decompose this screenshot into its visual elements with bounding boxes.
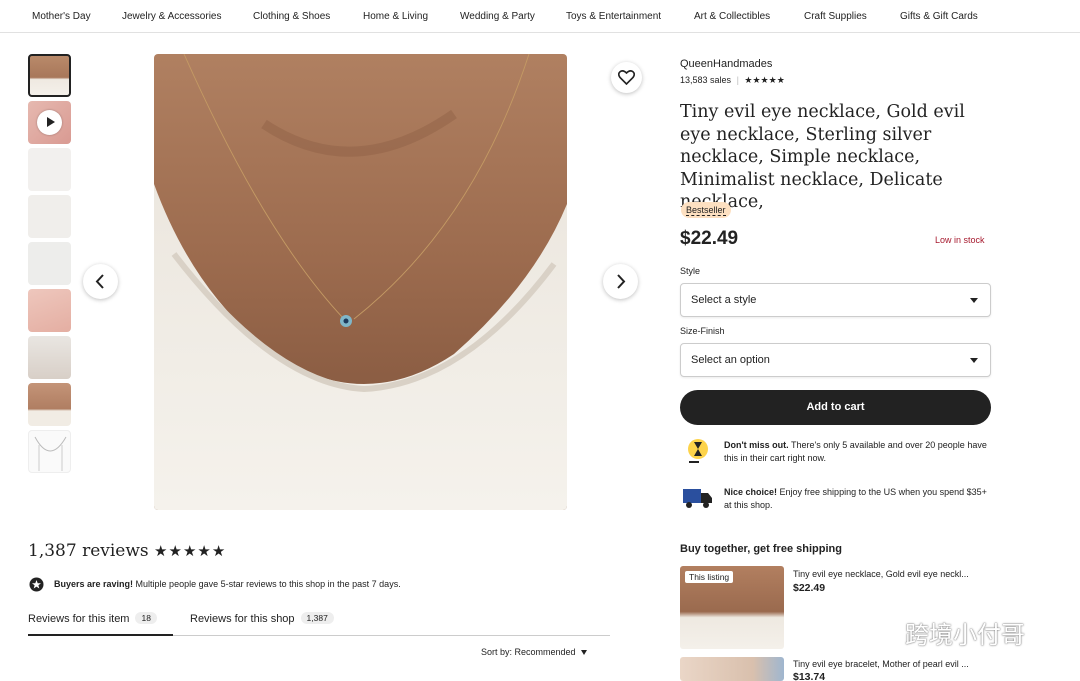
stock-status: Low in stock bbox=[935, 235, 985, 245]
previous-image-button[interactable] bbox=[83, 264, 118, 299]
main-product-image bbox=[154, 54, 567, 510]
nav-item-craft[interactable]: Craft Supplies bbox=[804, 11, 867, 22]
style-label: Style bbox=[680, 266, 701, 276]
next-image-button[interactable] bbox=[603, 264, 638, 299]
hourglass-icon bbox=[684, 437, 714, 472]
sort-by-dropdown[interactable]: Sort by: Recommended bbox=[481, 647, 587, 657]
shipping-notice: Nice choice! Enjoy free shipping to the … bbox=[724, 487, 987, 510]
favorite-button[interactable] bbox=[611, 62, 642, 93]
caret-down-icon bbox=[970, 298, 978, 303]
bundle-item-image[interactable]: This listing bbox=[680, 566, 784, 649]
reviews-count: 1,387 reviews bbox=[28, 541, 149, 561]
bundle-item-name[interactable]: Tiny evil eye bracelet, Mother of pearl … bbox=[793, 659, 993, 669]
category-nav: Mother's Day Jewelry & Accessories Cloth… bbox=[0, 0, 1080, 33]
style-select-value: Select a style bbox=[691, 294, 757, 306]
bundle-title: Buy together, get free shipping bbox=[680, 543, 842, 555]
listing-price: $22.49 bbox=[680, 228, 739, 249]
heart-icon bbox=[618, 70, 635, 85]
bundle-item-price: $22.49 bbox=[793, 582, 826, 594]
nav-item-wedding[interactable]: Wedding & Party bbox=[460, 11, 535, 22]
sales-count: 13,583 sales bbox=[680, 75, 732, 85]
nav-item-art[interactable]: Art & Collectibles bbox=[694, 11, 770, 22]
gallery-thumbnail[interactable] bbox=[28, 289, 71, 332]
gallery-thumbnail[interactable] bbox=[28, 242, 71, 285]
scarcity-notice: Don't miss out. There's only 5 available… bbox=[724, 440, 987, 463]
nav-item-mothers-day[interactable]: Mother's Day bbox=[32, 11, 91, 22]
size-finish-label: Size-Finish bbox=[680, 326, 725, 336]
star-badge-icon bbox=[29, 577, 44, 597]
shop-sales-line: 13,583 sales | ★★★★★ bbox=[680, 75, 785, 85]
watermark: 跨境小付哥 bbox=[863, 615, 1025, 650]
buyers-raving-notice: Buyers are raving! Multiple people gave … bbox=[54, 579, 401, 589]
nav-item-toys[interactable]: Toys & Entertainment bbox=[566, 11, 661, 22]
shop-name-link[interactable]: QueenHandmades bbox=[680, 58, 772, 70]
gallery-video-thumbnail[interactable] bbox=[28, 101, 71, 144]
active-tab-indicator bbox=[28, 634, 173, 636]
size-finish-select-value: Select an option bbox=[691, 354, 770, 366]
necklace-sketch-icon bbox=[34, 436, 67, 471]
gallery-thumbnail[interactable] bbox=[28, 430, 71, 473]
gallery-thumbnail[interactable] bbox=[28, 54, 71, 97]
caret-down-icon bbox=[580, 650, 587, 655]
size-finish-select[interactable]: Select an option bbox=[680, 343, 991, 377]
nav-item-gifts[interactable]: Gifts & Gift Cards bbox=[900, 11, 978, 22]
gallery-thumbnail[interactable] bbox=[28, 148, 71, 191]
tab-count-badge: 18 bbox=[135, 612, 157, 624]
listing-title: Tiny evil eye necklace, Gold evil eye ne… bbox=[680, 102, 965, 212]
delivery-truck-icon bbox=[682, 486, 714, 517]
bestseller-badge[interactable]: Bestseller bbox=[681, 202, 731, 218]
nav-item-clothing[interactable]: Clothing & Shoes bbox=[253, 11, 330, 22]
play-icon bbox=[37, 110, 62, 135]
reviews-heading: 1,387 reviews ★★★★★ bbox=[28, 541, 226, 561]
shop-rating-stars: ★★★★★ bbox=[744, 75, 785, 85]
tab-reviews-for-item[interactable]: Reviews for this item 18 bbox=[28, 612, 157, 625]
tab-count-badge: 1,387 bbox=[300, 612, 334, 624]
reviews-stars: ★★★★★ bbox=[154, 542, 227, 560]
tab-reviews-for-shop[interactable]: Reviews for this shop 1,387 bbox=[190, 612, 334, 625]
this-listing-tag: This listing bbox=[685, 571, 734, 583]
gallery-thumbnail[interactable] bbox=[28, 383, 71, 426]
chevron-left-icon bbox=[95, 274, 104, 289]
nav-item-home-living[interactable]: Home & Living bbox=[363, 11, 428, 22]
gallery-thumbnail[interactable] bbox=[28, 336, 71, 379]
nav-item-jewelry[interactable]: Jewelry & Accessories bbox=[122, 11, 221, 22]
add-to-cart-button[interactable]: Add to cart bbox=[680, 390, 991, 425]
style-select[interactable]: Select a style bbox=[680, 283, 991, 317]
chat-bubbles-icon bbox=[864, 619, 898, 644]
bundle-item-image[interactable] bbox=[680, 657, 784, 681]
caret-down-icon bbox=[970, 358, 978, 363]
chevron-right-icon bbox=[617, 274, 626, 289]
bundle-item-name[interactable]: Tiny evil eye necklace, Gold evil eye ne… bbox=[793, 569, 993, 579]
gallery-thumbnail[interactable] bbox=[28, 195, 71, 238]
bundle-item-price: $13.74 bbox=[793, 671, 826, 681]
